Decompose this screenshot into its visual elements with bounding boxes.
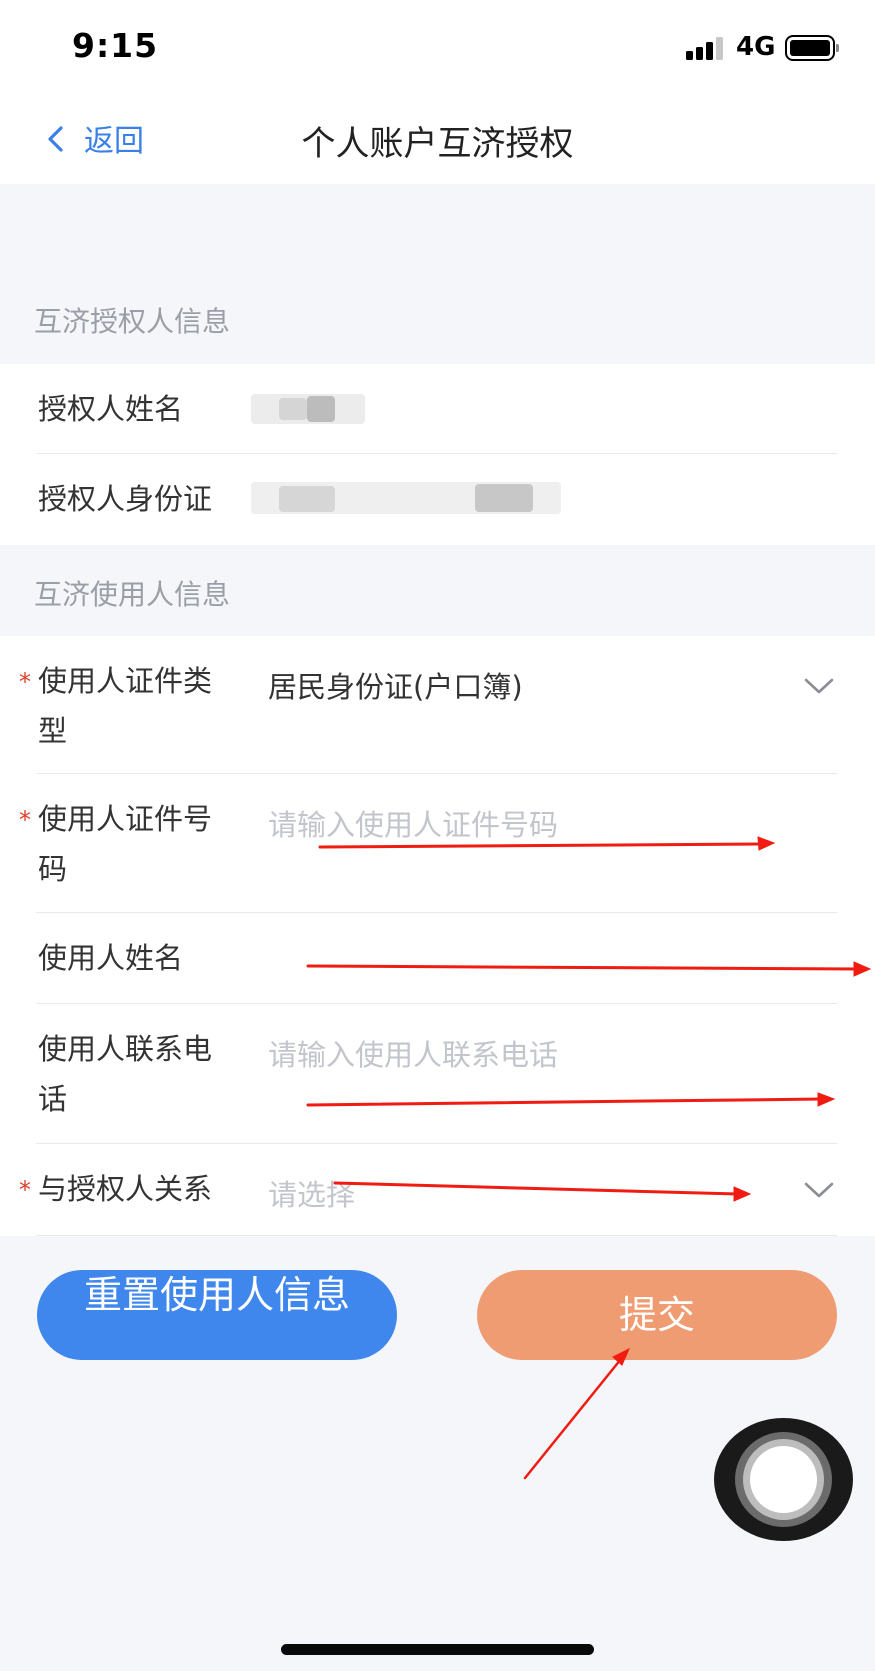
user-name-label: 使用人姓名 xyxy=(38,941,184,975)
assistive-touch-button[interactable] xyxy=(714,1418,853,1541)
network-type: 4G xyxy=(736,32,776,62)
battery-icon xyxy=(785,35,839,61)
signal-icon xyxy=(686,36,726,60)
authorizer-id-value-redacted xyxy=(251,480,561,516)
id-number-input[interactable]: 请输入使用人证件号码 xyxy=(268,802,558,844)
relation-select[interactable]: 请选择 xyxy=(268,1172,355,1214)
required-mark: * xyxy=(19,1176,31,1204)
home-indicator xyxy=(281,1644,594,1655)
authorizer-card: 授权人姓名 授权人身份证 xyxy=(0,364,875,545)
id-type-select[interactable]: 居民身份证(户口簿) xyxy=(268,664,523,706)
chevron-down-icon[interactable] xyxy=(803,676,835,696)
relation-row[interactable]: * 与授权人关系 请选择 xyxy=(0,1144,875,1236)
annotation-arrow xyxy=(523,1357,623,1480)
phone-label: 使用人联系电话 xyxy=(38,1032,213,1116)
authorizer-name-label: 授权人姓名 xyxy=(38,392,184,426)
user-section-header: 互济使用人信息 xyxy=(0,545,875,636)
id-type-row[interactable]: * 使用人证件类型 居民身份证(户口簿) xyxy=(0,636,875,774)
authorizer-id-row: 授权人身份证 xyxy=(0,454,875,545)
required-mark: * xyxy=(19,806,31,834)
phone-row: 使用人联系电话 请输入使用人联系电话 xyxy=(0,1004,875,1144)
authorizer-name-row: 授权人姓名 xyxy=(0,364,875,454)
status-bar: 9:15 4G xyxy=(0,0,875,92)
relation-label: 与授权人关系 xyxy=(38,1172,213,1206)
id-type-label: 使用人证件类型 xyxy=(38,664,213,748)
page-title: 个人账户互济授权 xyxy=(301,124,574,164)
submit-button[interactable]: 提交 xyxy=(477,1270,837,1360)
reset-user-info-button[interactable]: 重置使用人信息 xyxy=(37,1270,397,1360)
authorizer-section-header: 互济授权人信息 xyxy=(0,184,875,364)
nav-bar: 返回 个人账户互济授权 xyxy=(0,92,875,184)
id-number-row: * 使用人证件号码 请输入使用人证件号码 xyxy=(0,774,875,913)
id-number-label: 使用人证件号码 xyxy=(38,802,213,886)
user-card: * 使用人证件类型 居民身份证(户口簿) * 使用人证件号码 请输入使用人证件号… xyxy=(0,636,875,1236)
status-time: 9:15 xyxy=(72,26,159,65)
authorizer-section-title: 互济授权人信息 xyxy=(34,305,231,338)
authorizer-id-label: 授权人身份证 xyxy=(38,482,213,516)
user-name-row: 使用人姓名 xyxy=(0,913,875,1004)
required-mark: * xyxy=(19,668,31,696)
user-section-title: 互济使用人信息 xyxy=(34,578,231,611)
authorizer-name-value-redacted xyxy=(251,394,365,424)
chevron-down-icon[interactable] xyxy=(803,1180,835,1200)
phone-input[interactable]: 请输入使用人联系电话 xyxy=(268,1032,558,1074)
user-name-input[interactable] xyxy=(268,931,828,985)
